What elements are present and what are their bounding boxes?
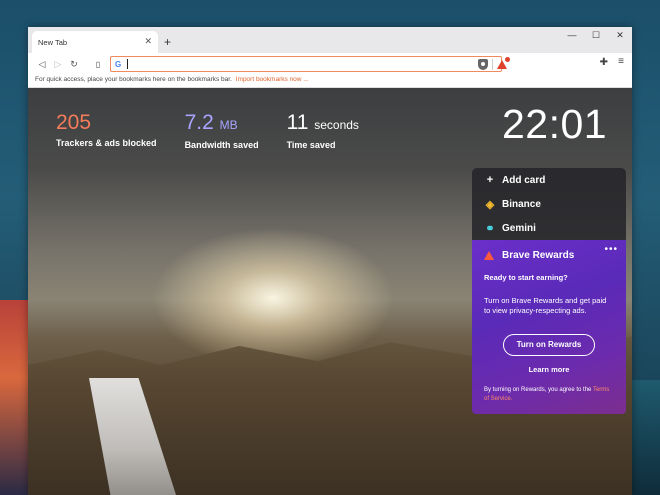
stat-label: Time saved bbox=[286, 140, 336, 150]
brave-shield-icon[interactable] bbox=[478, 59, 488, 70]
import-bookmarks-link[interactable]: Import bookmarks now ... bbox=[236, 76, 309, 83]
back-arrow-icon[interactable]: ◁ bbox=[34, 59, 50, 70]
close-icon[interactable]: ✕ bbox=[608, 27, 632, 45]
widget-stack: + Add card ◈ Binance ⚭ Gemini Brave Rewa… bbox=[472, 168, 626, 414]
minimize-icon[interactable]: — bbox=[560, 27, 584, 45]
divider bbox=[492, 59, 493, 70]
brave-rewards-icon bbox=[484, 251, 494, 260]
gemini-card[interactable]: ⚭ Gemini bbox=[472, 216, 626, 240]
learn-more-link[interactable]: Learn more bbox=[484, 365, 614, 374]
stat-unit: MB bbox=[219, 118, 238, 132]
binance-card[interactable]: ◈ Binance bbox=[472, 192, 626, 216]
browser-window: New Tab ✕ + — ☐ ✕ ◁ ▷ ↻ ▯ G ✚ ≡ For quic… bbox=[28, 27, 632, 495]
maximize-icon[interactable]: ☐ bbox=[584, 27, 608, 45]
stat-label: Trackers & ads blocked bbox=[56, 138, 157, 148]
forward-arrow-icon[interactable]: ▷ bbox=[50, 59, 66, 70]
stat-value: 11 bbox=[286, 111, 309, 134]
rewards-question: Ready to start earning? bbox=[484, 273, 568, 282]
text-caret bbox=[127, 59, 129, 69]
address-bar[interactable]: G bbox=[110, 56, 511, 72]
stat-value: 205 bbox=[56, 111, 92, 134]
puzzle-icon[interactable]: ✚ bbox=[600, 57, 608, 68]
turn-on-rewards-button[interactable]: Turn on Rewards bbox=[503, 334, 595, 356]
tab-title: New Tab bbox=[38, 37, 68, 47]
rewards-footer-text: By turning on Rewards, you agree to the bbox=[484, 387, 592, 393]
more-options-icon[interactable]: ••• bbox=[604, 244, 618, 255]
brave-rewards-card: Brave Rewards ••• Ready to start earning… bbox=[472, 240, 626, 414]
toolbar: ◁ ▷ ↻ ▯ G ✚ ≡ bbox=[28, 53, 632, 75]
binance-icon: ◈ bbox=[485, 198, 495, 211]
new-tab-button[interactable]: + bbox=[164, 35, 171, 49]
desktop-wallpaper-left bbox=[0, 300, 30, 495]
gemini-icon: ⚭ bbox=[485, 222, 495, 235]
plus-icon: + bbox=[486, 174, 494, 186]
bookmarks-bar: For quick access, place your bookmarks h… bbox=[28, 75, 632, 88]
gemini-label: Gemini bbox=[502, 222, 536, 234]
stat-time: 11 seconds Time saved bbox=[287, 110, 359, 150]
rewards-title: Brave Rewards bbox=[502, 250, 575, 261]
tab-close-icon[interactable]: ✕ bbox=[144, 36, 152, 47]
menu-icon[interactable]: ≡ bbox=[618, 56, 624, 67]
stat-trackers: 205 Trackers & ads blocked bbox=[56, 110, 157, 150]
new-tab-page: 205 Trackers & ads blocked 7.2 MB Bandwi… bbox=[28, 88, 632, 495]
reload-icon[interactable]: ↻ bbox=[66, 59, 82, 70]
stat-unit: seconds bbox=[314, 118, 359, 132]
rewards-header: Brave Rewards bbox=[484, 250, 614, 261]
bookmarks-message: For quick access, place your bookmarks h… bbox=[35, 76, 232, 83]
desktop-wallpaper-right bbox=[632, 380, 660, 495]
bookmark-icon[interactable]: ▯ bbox=[92, 60, 104, 69]
title-bar: New Tab ✕ + — ☐ ✕ bbox=[28, 27, 632, 53]
window-controls: — ☐ ✕ bbox=[560, 27, 632, 45]
search-engine-icon: G bbox=[115, 59, 122, 69]
stat-label: Bandwidth saved bbox=[184, 140, 259, 150]
clock: 22:01 bbox=[502, 101, 608, 147]
add-card-label: Add card bbox=[502, 174, 546, 186]
stats-panel: 205 Trackers & ads blocked 7.2 MB Bandwi… bbox=[56, 110, 387, 150]
stat-bandwidth: 7.2 MB Bandwidth saved bbox=[185, 110, 259, 150]
tab-new-tab[interactable]: New Tab ✕ bbox=[32, 31, 158, 53]
rewards-footer: By turning on Rewards, you agree to the … bbox=[484, 386, 614, 404]
rewards-description: Turn on Brave Rewards and get paid to vi… bbox=[484, 296, 607, 315]
binance-label: Binance bbox=[502, 198, 541, 210]
rewards-badge bbox=[504, 56, 511, 63]
add-card-button[interactable]: + Add card bbox=[472, 168, 626, 192]
stat-value: 7.2 bbox=[184, 111, 214, 134]
